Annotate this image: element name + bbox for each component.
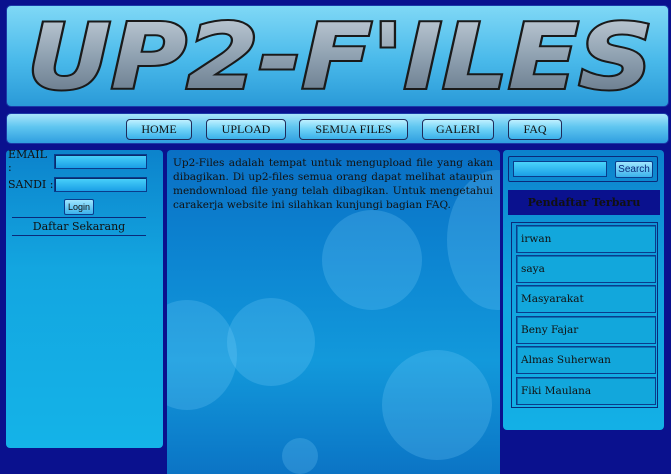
logo-text: UP2-F'ILES [27, 5, 653, 107]
nav-upload[interactable]: UPLOAD [206, 119, 286, 140]
search-input[interactable] [513, 161, 607, 177]
email-label: EMAIL : [8, 148, 47, 174]
sidebar-panel: Search Pendaftar Terbaru irwan saya Masy… [503, 150, 664, 430]
recent-registrants-list: irwan saya Masyarakat Beny Fajar Almas S… [511, 222, 658, 408]
list-item[interactable]: Fiki Maulana [516, 377, 656, 405]
list-item[interactable]: Almas Suherwan [516, 346, 656, 374]
register-link[interactable]: Daftar Sekarang [12, 220, 146, 233]
nav-semua-files[interactable]: SEMUA FILES [299, 119, 408, 140]
site-logo[interactable]: UP2-F'ILES [21, 5, 661, 107]
password-field[interactable] [54, 176, 147, 192]
header-banner: UP2-F'ILES [6, 5, 669, 107]
email-field[interactable] [54, 153, 147, 169]
search-button[interactable]: Search [615, 161, 653, 178]
nav-galeri[interactable]: GALERI [422, 119, 494, 140]
recent-registrants-title: Pendaftar Terbaru [508, 190, 660, 215]
intro-text: Up2-Files adalah tempat untuk mengupload… [173, 157, 493, 211]
nav-home[interactable]: HOME [126, 119, 192, 140]
bg-bubble [227, 298, 315, 386]
main-content: Up2-Files adalah tempat untuk mengupload… [167, 150, 500, 474]
bg-bubble [382, 350, 492, 460]
list-item[interactable]: irwan [516, 225, 656, 253]
nav-faq[interactable]: FAQ [508, 119, 562, 140]
bg-bubble [282, 438, 318, 474]
divider-top [12, 217, 146, 218]
bg-bubble [167, 300, 237, 410]
email-row: EMAIL : [8, 148, 147, 174]
password-row: SANDI : [8, 176, 147, 192]
login-button[interactable]: Login [64, 199, 94, 215]
password-label: SANDI : [8, 177, 54, 191]
divider-bottom [12, 235, 146, 236]
search-box: Search [508, 156, 658, 182]
list-item[interactable]: saya [516, 255, 656, 283]
main-nav: HOME UPLOAD SEMUA FILES GALERI FAQ [6, 113, 669, 144]
bg-bubble [322, 210, 422, 310]
list-item[interactable]: Beny Fajar [516, 316, 656, 344]
list-item[interactable]: Masyarakat [516, 285, 656, 313]
login-panel: EMAIL : SANDI : Login Daftar Sekarang [6, 148, 163, 448]
